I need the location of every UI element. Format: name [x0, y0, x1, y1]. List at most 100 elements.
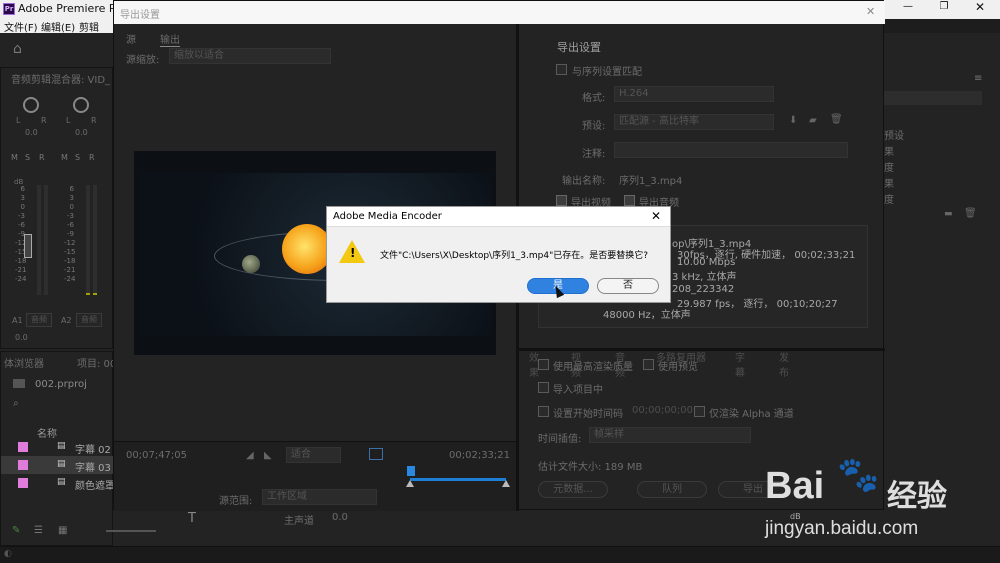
home-icon[interactable]: ⌂ [13, 41, 22, 57]
export-window-title: 导出设置 [120, 10, 160, 21]
restore-icon[interactable]: ❐ [934, 1, 954, 12]
dialog-message: 文件"C:\Users\X\Desktop\序列1_3.mp4"已存在。是否要替… [380, 251, 649, 261]
output-name-label: 输出名称: [562, 176, 606, 187]
type-tool-icon[interactable]: T [188, 511, 196, 526]
format-select[interactable]: H.264 [614, 86, 774, 102]
right-item[interactable]: 预设 [884, 127, 904, 142]
pan-knob-a2[interactable] [73, 97, 89, 113]
comment-input[interactable] [614, 142, 848, 158]
right-label: R [41, 116, 47, 125]
output-name-link[interactable]: 序列1_3.mp4 [619, 172, 682, 187]
msr-m[interactable]: M [61, 153, 68, 162]
match-sequence-label: 与序列设置匹配 [572, 67, 642, 78]
trash-icon[interactable]: 🗑 [964, 208, 977, 219]
in-point-icon[interactable] [406, 480, 414, 487]
start-timecode-label: 设置开始时间码 [553, 409, 623, 420]
msr-r[interactable]: R [89, 153, 95, 162]
list-item[interactable]: ▤ 颜色遮罩 [1, 474, 115, 492]
metadata-button[interactable]: 元数据... [538, 481, 608, 498]
right-item[interactable]: 度 [884, 191, 894, 206]
timecode-current[interactable]: 00;07;47;05 [126, 450, 187, 461]
msr-m[interactable]: M [11, 153, 18, 162]
left-label: L [16, 116, 21, 125]
project-filename: 002.prproj [35, 379, 87, 390]
master-track-label: 主声道 [284, 516, 314, 527]
msr-s[interactable]: S [75, 153, 80, 162]
search-icon[interactable]: ⌕ [13, 398, 19, 409]
mark-in-icon[interactable]: ◢ [246, 450, 254, 461]
delete-preset-icon[interactable]: 🗑 [830, 114, 843, 125]
pan-value: 0.0 [25, 128, 38, 137]
start-timecode-checkbox[interactable] [538, 406, 549, 417]
track-button[interactable]: 音频 [76, 313, 102, 327]
menu-edit[interactable]: 编辑(E) [41, 19, 75, 34]
preset-select[interactable]: 匹配源 - 高比特率 [614, 114, 774, 130]
save-preset-icon[interactable]: ⬇ [789, 115, 797, 126]
label-color-swatch [18, 460, 28, 470]
volume-fader[interactable] [24, 234, 32, 258]
baidu-jingyan-text: 经验 [887, 479, 947, 514]
dialog-close-icon[interactable]: ✕ [651, 209, 661, 223]
max-render-checkbox[interactable] [538, 359, 549, 370]
tab-output[interactable]: 输出 [160, 31, 180, 47]
close-icon[interactable]: ✕ [866, 5, 875, 18]
list-item[interactable]: ▤ 字幕 03 [1, 456, 114, 474]
right-item[interactable]: 果 [884, 175, 894, 190]
import-preset-icon[interactable]: ▰ [809, 115, 817, 126]
audio-mixer-tab[interactable]: 音频剪辑混合器: VID_ [11, 71, 110, 86]
export-settings-heading: 导出设置 [557, 41, 601, 54]
timeline-scrubber[interactable] [406, 466, 510, 492]
icon-view-icon[interactable]: ▦ [58, 525, 67, 536]
import-project-checkbox[interactable] [538, 382, 549, 393]
minimize-icon[interactable]: — [898, 1, 918, 12]
export-audio-checkbox[interactable] [624, 195, 635, 206]
render-alpha-label: 仅渲染 Alpha 通道 [709, 409, 794, 420]
mark-out-icon[interactable]: ◣ [264, 450, 272, 461]
menu-file[interactable]: 文件(F) [4, 19, 38, 34]
close-icon[interactable]: ✕ [970, 0, 990, 14]
sun-image [282, 224, 332, 274]
match-sequence-checkbox[interactable] [556, 64, 567, 75]
summary-line: 208_223342 [672, 284, 735, 295]
track-a2: A2 [61, 316, 72, 325]
fit-select[interactable]: 适合 [286, 447, 341, 463]
tab-captions[interactable]: 字幕 [735, 349, 745, 379]
msr-r[interactable]: R [39, 153, 45, 162]
track-button[interactable]: 音频 [26, 313, 52, 327]
master-value: 0.0 [332, 512, 348, 523]
export-video-checkbox[interactable] [556, 195, 567, 206]
msr-s[interactable]: S [25, 153, 30, 162]
list-item[interactable]: ▤ 字幕 02 [1, 438, 114, 456]
source-range-select[interactable]: 工作区域 [262, 489, 377, 505]
tab-media-browser[interactable]: 体浏览器 [4, 355, 44, 370]
list-view-icon[interactable]: ☰ [34, 525, 43, 536]
no-button[interactable]: 否 [597, 278, 659, 294]
panel-menu-icon[interactable]: ≡ [974, 73, 982, 84]
time-interp-select[interactable]: 帧采样 [589, 427, 751, 443]
out-point-icon[interactable] [502, 480, 510, 487]
max-render-label: 使用最高渲染质量 [553, 362, 633, 373]
use-preview-checkbox[interactable] [643, 359, 654, 370]
source-scaling-select[interactable]: 缩放以适合 [169, 48, 331, 64]
right-item[interactable]: 果 [884, 143, 894, 158]
tab-source[interactable]: 源 [126, 31, 136, 46]
zoom-slider[interactable] [106, 530, 156, 532]
safe-margins-icon[interactable] [369, 448, 383, 460]
pencil-icon[interactable]: ✎ [12, 525, 20, 536]
playhead-icon[interactable] [407, 466, 415, 476]
summary-line: 3 kHz, 立体声 [672, 272, 737, 283]
level-meter [37, 185, 41, 295]
level-meter [44, 185, 48, 295]
baidu-watermark: Bai 🐾 经验 jingyan.baidu.com [765, 455, 995, 545]
folder-icon [13, 379, 25, 388]
start-timecode-value[interactable]: 00;00;00;00 [632, 405, 693, 416]
status-icon: ◐ [4, 549, 12, 559]
baidu-logo-text: Bai [765, 465, 825, 507]
pan-knob-a1[interactable] [23, 97, 39, 113]
right-item[interactable]: 度 [884, 159, 894, 174]
queue-button[interactable]: 队列 [637, 481, 707, 498]
tab-publish[interactable]: 发布 [779, 349, 789, 379]
menu-bar: 文件(F) 编辑(E) 剪辑(C) [0, 19, 113, 45]
render-alpha-checkbox[interactable] [694, 406, 705, 417]
new-folder-icon[interactable]: ▬ [944, 209, 953, 219]
